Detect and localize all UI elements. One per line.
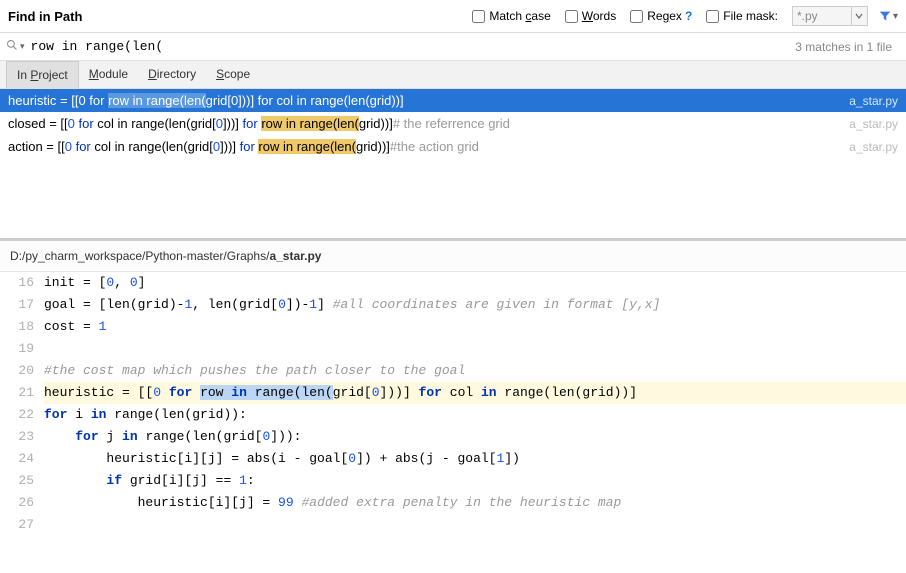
search-row: ▾ 3 matches in 1 file bbox=[0, 33, 906, 61]
regex-input[interactable] bbox=[630, 10, 643, 23]
scope-tabs: In Project Module Directory Scope bbox=[0, 61, 906, 89]
file-mask-field[interactable] bbox=[792, 6, 852, 26]
words-input[interactable] bbox=[565, 10, 578, 23]
preview-path: D:/py_charm_workspace/Python-master/Grap… bbox=[0, 241, 906, 272]
file-mask-dropdown[interactable] bbox=[852, 6, 868, 26]
search-history-icon[interactable]: ▾ bbox=[20, 41, 25, 52]
file-mask-label: File mask: bbox=[723, 9, 778, 23]
results-list: heuristic = [[0 for row in range(len(gri… bbox=[0, 89, 906, 158]
regex-label: Regex bbox=[647, 9, 682, 23]
search-icon bbox=[6, 39, 18, 54]
words-label: Words bbox=[582, 9, 616, 23]
result-row[interactable]: closed = [[0 for col in range(len(grid[0… bbox=[0, 112, 906, 135]
gutter: 161718192021222324252627 bbox=[0, 272, 44, 536]
code-preview: 161718192021222324252627 init = [0, 0]go… bbox=[0, 272, 906, 536]
match-count: 3 matches in 1 file bbox=[795, 40, 900, 54]
match-case-checkbox[interactable]: Match case bbox=[472, 9, 550, 23]
filter-icon[interactable]: ▾ bbox=[878, 9, 898, 23]
file-mask-input-check[interactable] bbox=[706, 10, 719, 23]
file-mask-checkbox[interactable]: File mask: bbox=[706, 9, 778, 23]
header-bar: Find in Path Match case Words Regex ? Fi… bbox=[0, 0, 906, 33]
tab-directory[interactable]: Directory bbox=[138, 61, 206, 88]
match-case-label: Match case bbox=[489, 9, 550, 23]
tab-in-project[interactable]: In Project bbox=[6, 61, 79, 89]
tab-module[interactable]: Module bbox=[79, 61, 138, 88]
match-case-input[interactable] bbox=[472, 10, 485, 23]
words-checkbox[interactable]: Words bbox=[565, 9, 616, 23]
dialog-title: Find in Path bbox=[8, 9, 82, 24]
tab-scope[interactable]: Scope bbox=[206, 61, 260, 88]
preview-path-file: a_star.py bbox=[269, 249, 321, 263]
preview-path-dir: D:/py_charm_workspace/Python-master/Grap… bbox=[10, 249, 269, 263]
result-row[interactable]: heuristic = [[0 for row in range(len(gri… bbox=[0, 89, 906, 112]
regex-checkbox[interactable]: Regex ? bbox=[630, 9, 692, 23]
search-input[interactable] bbox=[31, 35, 796, 58]
code-lines[interactable]: init = [0, 0]goal = [len(grid)-1, len(gr… bbox=[44, 272, 906, 536]
result-row[interactable]: action = [[0 for col in range(len(grid[0… bbox=[0, 135, 906, 158]
regex-help-icon[interactable]: ? bbox=[685, 9, 692, 23]
